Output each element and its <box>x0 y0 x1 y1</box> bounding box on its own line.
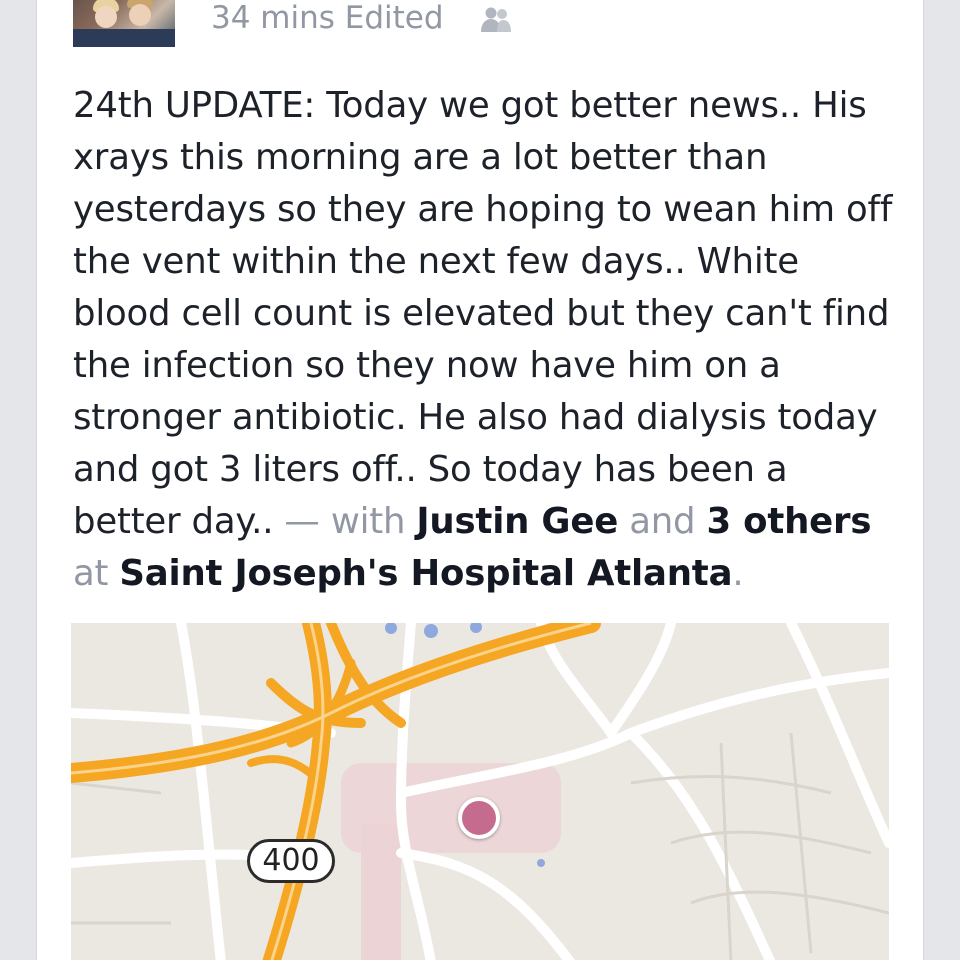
period-text: . <box>732 553 744 594</box>
profile-photo[interactable] <box>73 0 175 47</box>
post-header: 34 mins Edited <box>37 0 923 60</box>
route-shield: 400 <box>247 839 335 883</box>
post-timestamp[interactable]: 34 mins Edited <box>211 0 444 36</box>
tagged-person-link[interactable]: Justin Gee <box>416 501 618 542</box>
location-map[interactable]: 400 <box>71 623 889 960</box>
place-link[interactable]: Saint Joseph's Hospital Atlanta <box>119 553 732 594</box>
others-link[interactable]: 3 others <box>706 501 871 542</box>
with-separator: — with <box>273 501 417 542</box>
friends-icon[interactable] <box>477 6 515 34</box>
location-pin-icon[interactable] <box>458 797 500 839</box>
avatar-detail <box>95 6 117 28</box>
map-roads <box>71 623 889 960</box>
post-card: 34 mins Edited 24th UPDATE: Today we got… <box>36 0 924 960</box>
post-message: 24th UPDATE: Today we got better news.. … <box>73 85 893 542</box>
at-text: at <box>73 553 120 594</box>
avatar-detail <box>129 4 151 26</box>
avatar-detail <box>73 29 175 47</box>
post-body: 24th UPDATE: Today we got better news.. … <box>73 80 903 600</box>
and-text: and <box>618 501 707 542</box>
